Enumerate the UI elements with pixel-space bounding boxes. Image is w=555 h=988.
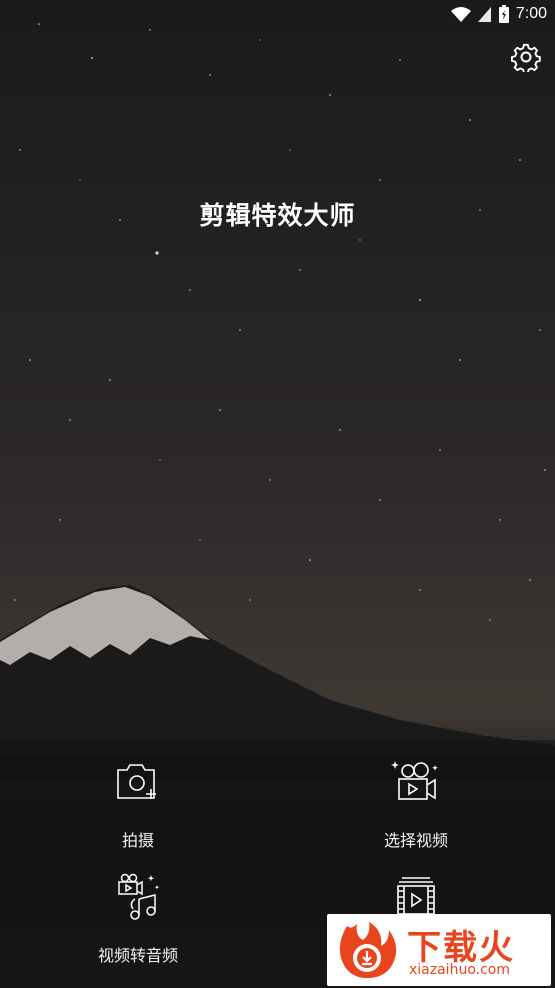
- signal-icon: [477, 7, 491, 22]
- video-camera-icon: [391, 761, 438, 800]
- app-title: 剪辑特效大师: [199, 201, 356, 230]
- watermark-url: xiazaihuo.com: [409, 962, 510, 978]
- video-to-audio-icon: [118, 873, 160, 920]
- video-to-audio-label: 视频转音频: [97, 946, 178, 965]
- video-to-audio-button[interactable]: 视频转音频: [58, 870, 218, 966]
- capture-label: 拍摄: [121, 831, 154, 850]
- capture-button[interactable]: 拍摄: [58, 755, 218, 851]
- battery-icon: [498, 5, 509, 23]
- select-video-label: 选择视频: [383, 831, 448, 850]
- settings-button[interactable]: [509, 40, 543, 74]
- wifi-icon: [450, 7, 471, 22]
- gear-icon: [511, 43, 541, 72]
- select-video-button[interactable]: 选择视频: [336, 755, 496, 851]
- watermark-banner: 下载火 xiazaihuo.com: [327, 914, 551, 986]
- film-icon: [397, 877, 435, 915]
- camera-add-icon: [117, 764, 156, 799]
- flame-download-logo-icon: [339, 922, 397, 978]
- status-time: 7:00: [515, 5, 547, 22]
- status-bar: 7:00: [0, 0, 555, 30]
